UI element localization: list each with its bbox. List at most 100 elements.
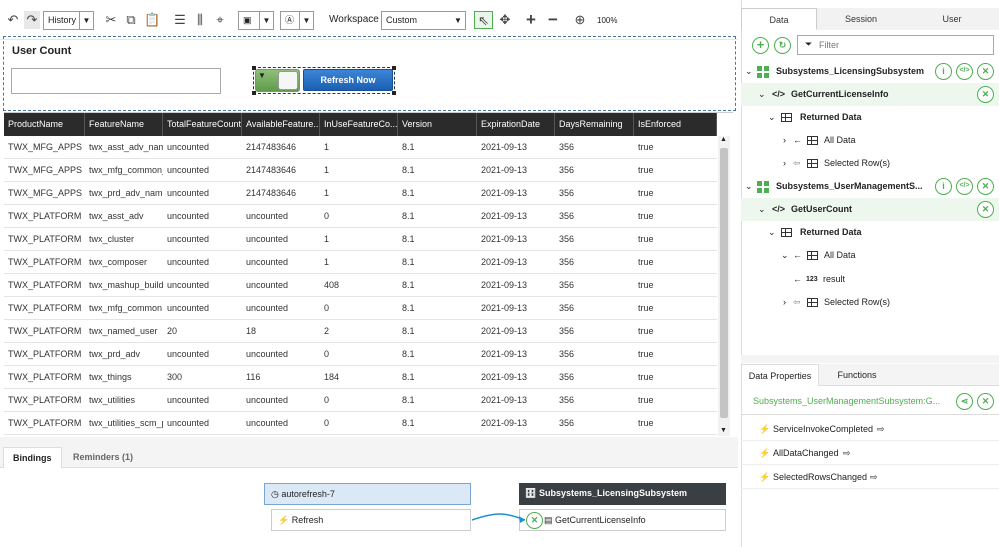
autorefresh-node[interactable]: ◷ autorefresh-7 bbox=[264, 483, 471, 505]
info-icon[interactable]: i bbox=[935, 178, 952, 195]
select-pointer-icon[interactable]: ⇖ bbox=[474, 11, 493, 29]
table-row[interactable]: TWX_PLATFORM twx_cluster uncounted uncounte… bbox=[4, 228, 717, 251]
table-row[interactable]: TWX_MFG_APPS twx_prd_adv_namec uncounted 21… bbox=[4, 182, 717, 205]
service-getusercount-row[interactable]: ⌄ </> GetUserCount bbox=[741, 198, 999, 221]
table-row[interactable]: TWX_MFG_APPS twx_mfg_common_r uncounted 214… bbox=[4, 159, 717, 182]
table-cell: uncounted bbox=[246, 280, 289, 290]
workspace-dropdown[interactable]: Custom ▼ bbox=[381, 11, 466, 30]
returned-data-row[interactable]: ⌄ Returned Data bbox=[741, 221, 999, 244]
tab-user[interactable]: User bbox=[905, 8, 999, 30]
refresh-icon[interactable]: ↻ bbox=[774, 37, 791, 54]
redo-icon[interactable]: ↷ bbox=[24, 11, 40, 29]
zoom-reset-icon[interactable]: ⊕ bbox=[572, 11, 588, 29]
resize-handle[interactable] bbox=[252, 66, 256, 70]
data-tabs: Data Session User bbox=[741, 8, 999, 30]
table-row[interactable]: TWX_PLATFORM twx_mfg_common uncounted uncou… bbox=[4, 297, 717, 320]
add-datasource-icon[interactable]: + bbox=[752, 37, 769, 54]
grid-scrollbar[interactable]: ▲ ▼ bbox=[718, 136, 730, 436]
column-header[interactable]: Version bbox=[398, 113, 477, 136]
table-row[interactable]: TWX_PLATFORM twx_mashup_builde uncounted un… bbox=[4, 274, 717, 297]
paste-icon[interactable]: 📋 bbox=[144, 11, 160, 29]
selected-rows-row[interactable]: › ⇦ Selected Row(s) bbox=[741, 291, 999, 314]
result-field-row[interactable]: ← 123 result bbox=[741, 268, 999, 291]
event-row[interactable]: ⚡ SelectedRowsChanged ⇨ bbox=[741, 465, 999, 489]
column-header[interactable]: AvailableFeature... bbox=[242, 113, 320, 136]
filter-input[interactable]: ⏷ Filter bbox=[797, 35, 994, 55]
align-vertical-icon[interactable]: ☰ bbox=[173, 11, 187, 29]
layout-dropdown[interactable]: ▣ ▼ bbox=[238, 11, 274, 30]
table-cell: 0 bbox=[324, 395, 330, 405]
resize-handle[interactable] bbox=[252, 91, 256, 95]
table-row[interactable]: TWX_PLATFORM twx_composer uncounted uncount… bbox=[4, 251, 717, 274]
remove-icon[interactable]: ✕ bbox=[977, 201, 994, 218]
datasource-name: Subsystems_UserManagementS... bbox=[776, 181, 923, 191]
table-cell: 116 bbox=[246, 372, 261, 382]
table-cell: 2 bbox=[324, 326, 330, 336]
resize-handle[interactable] bbox=[392, 66, 396, 70]
remove-icon[interactable]: ✕ bbox=[977, 393, 994, 410]
table-cell: uncounted bbox=[246, 303, 289, 313]
undo-icon[interactable]: ↶ bbox=[6, 11, 20, 29]
table-row[interactable]: TWX_PLATFORM twx_asst_adv uncounted uncount… bbox=[4, 205, 717, 228]
column-header[interactable]: DaysRemaining bbox=[555, 113, 634, 136]
tab-functions[interactable]: Functions bbox=[825, 364, 889, 386]
table-row[interactable]: TWX_PLATFORM twx_named_user 20 18 2 8.1 2021-0… bbox=[4, 320, 717, 343]
code-icon[interactable]: </> bbox=[956, 178, 973, 195]
info-icon[interactable]: i bbox=[935, 63, 952, 80]
user-count-field[interactable] bbox=[11, 68, 221, 94]
copy-icon[interactable]: ⧉ bbox=[124, 11, 138, 29]
scroll-down-icon[interactable]: ▼ bbox=[720, 427, 727, 434]
remove-icon[interactable]: ✕ bbox=[977, 63, 994, 80]
table-row[interactable]: TWX_PLATFORM twx_things 300 116 184 8.1 2021-0… bbox=[4, 366, 717, 389]
column-header[interactable]: ProductName bbox=[4, 113, 85, 136]
table-cell: uncounted bbox=[167, 188, 210, 198]
cut-icon[interactable]: ✂ bbox=[104, 11, 118, 29]
remove-icon[interactable]: ✕ bbox=[977, 178, 994, 195]
zoom-out-icon[interactable]: − bbox=[545, 11, 561, 29]
column-header[interactable]: TotalFeatureCount bbox=[163, 113, 242, 136]
drag-arrow-icon: ⇨ bbox=[870, 472, 878, 482]
remove-icon[interactable]: ✕ bbox=[977, 86, 994, 103]
history-dropdown[interactable]: History ▼ bbox=[43, 11, 94, 30]
pan-icon[interactable]: ✥ bbox=[497, 11, 513, 29]
service-node[interactable]: ▤ GetCurrentLicenseInfo bbox=[519, 509, 726, 531]
code-icon[interactable]: </> bbox=[956, 63, 973, 80]
tab-data-properties[interactable]: Data Properties bbox=[741, 364, 819, 386]
column-header[interactable]: IsEnforced bbox=[634, 113, 717, 136]
selected-rows-row[interactable]: › ⇦ Selected Row(s) bbox=[741, 152, 999, 175]
resize-handle[interactable] bbox=[392, 91, 396, 95]
tab-bindings[interactable]: Bindings bbox=[3, 447, 62, 468]
tab-data[interactable]: Data bbox=[741, 8, 817, 30]
table-cell: 356 bbox=[559, 257, 575, 267]
refresh-event-node[interactable]: ⚡ Refresh bbox=[271, 509, 471, 531]
all-data-row[interactable]: › ← All Data bbox=[741, 129, 999, 152]
scrollbar-thumb[interactable] bbox=[720, 148, 728, 418]
returned-data-row[interactable]: ⌄ Returned Data bbox=[741, 106, 999, 129]
datasource-node[interactable]: 🗄 Subsystems_LicensingSubsystem bbox=[519, 483, 726, 505]
zoom-in-icon[interactable]: + bbox=[523, 11, 539, 29]
event-row[interactable]: ⚡ AllDataChanged ⇨ bbox=[741, 441, 999, 465]
table-cell: 2021-09-13 bbox=[481, 395, 528, 405]
right-panel-splitter[interactable] bbox=[741, 355, 999, 363]
service-getcurrentlicenseinfo-row[interactable]: ⌄ </> GetCurrentLicenseInfo bbox=[741, 83, 999, 106]
table-row[interactable]: TWX_PLATFORM twx_utilities_scm_pa uncounte… bbox=[4, 412, 717, 435]
all-data-row[interactable]: ⌄ ← All Data bbox=[741, 244, 999, 267]
column-header[interactable]: InUseFeatureCo... bbox=[320, 113, 398, 136]
table-row[interactable]: TWX_MFG_APPS twx_asst_adv_name uncounted 21… bbox=[4, 136, 717, 159]
align-horizontal-icon[interactable]: ⫼ bbox=[193, 11, 207, 29]
event-row[interactable]: ⚡ ServiceInvokeCompleted ⇨ bbox=[741, 417, 999, 441]
column-header[interactable]: ExpirationDate bbox=[477, 113, 555, 136]
tab-reminders[interactable]: Reminders (1) bbox=[64, 447, 142, 468]
scroll-up-icon[interactable]: ▲ bbox=[720, 136, 727, 143]
tab-session[interactable]: Session bbox=[817, 8, 905, 30]
target-icon[interactable]: ⌖ bbox=[213, 11, 227, 29]
license-grid: ProductName FeatureName TotalFeatureCoun… bbox=[4, 112, 733, 436]
share-icon[interactable]: ⋖ bbox=[956, 393, 973, 410]
table-row[interactable]: TWX_PLATFORM twx_utilities uncounted uncoun… bbox=[4, 389, 717, 412]
translate-dropdown[interactable]: Ⓐ ▼ bbox=[280, 11, 314, 30]
result-label: result bbox=[823, 274, 846, 284]
table-row[interactable]: TWX_PLATFORM twx_prd_adv uncounted uncounte… bbox=[4, 343, 717, 366]
remove-binding-icon[interactable]: ✕ bbox=[526, 512, 543, 529]
service-icon: ▤ bbox=[544, 515, 553, 525]
column-header[interactable]: FeatureName bbox=[85, 113, 163, 136]
